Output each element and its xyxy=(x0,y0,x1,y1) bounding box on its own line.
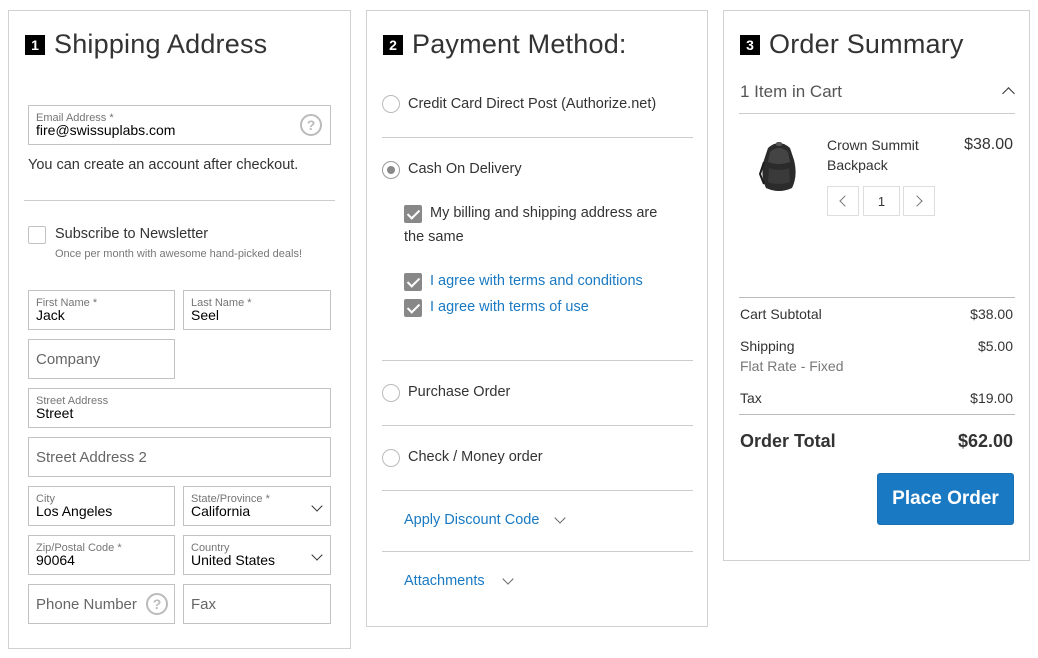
phone-field[interactable]: Phone Number ? xyxy=(28,584,175,624)
street2-placeholder: Street Address 2 xyxy=(36,448,147,466)
payment-method-check-money-order[interactable]: Check / Money order xyxy=(408,449,543,465)
chevron-down-icon[interactable] xyxy=(502,573,514,585)
chevron-down-icon xyxy=(311,549,323,561)
product-name-line2[interactable]: Backpack xyxy=(827,157,888,173)
company-field[interactable]: Company xyxy=(28,339,175,379)
account-note: You can create an account after checkout… xyxy=(28,157,299,173)
order-total-value: $62.00 xyxy=(957,431,1013,451)
step-number: 1 xyxy=(25,34,45,55)
country-select[interactable]: Country United States xyxy=(183,535,331,575)
radio-check-money-order[interactable] xyxy=(382,449,400,467)
payment-title: 2 Payment Method: xyxy=(383,29,627,60)
section-heading: Order Summary xyxy=(769,29,964,59)
chevron-right-icon xyxy=(911,195,923,207)
attachments-toggle[interactable]: Attachments xyxy=(404,573,485,589)
last-name-value: Seel xyxy=(191,307,220,323)
fax-field[interactable]: Fax xyxy=(183,584,331,624)
billing-same-label-line2[interactable]: the same xyxy=(404,229,464,245)
divider xyxy=(382,551,693,552)
chevron-down-icon xyxy=(311,500,323,512)
zip-field[interactable]: Zip/Postal Code * 90064 xyxy=(28,535,175,575)
radio-purchase-order[interactable] xyxy=(382,384,400,402)
chevron-up-icon[interactable] xyxy=(1002,87,1015,100)
street-address-field[interactable]: Street Address Street xyxy=(28,388,331,428)
payment-method-cash-on-delivery[interactable]: Cash On Delivery xyxy=(408,161,522,177)
shipping-method: Flat Rate - Fixed xyxy=(740,358,844,374)
tax-label: Tax xyxy=(740,390,762,406)
shipping-value: $5.00 xyxy=(977,338,1013,354)
divider xyxy=(739,414,1015,415)
terms-conditions-checkbox[interactable] xyxy=(404,273,422,291)
newsletter-note: Once per month with awesome hand-picked … xyxy=(55,248,303,260)
place-order-button[interactable]: Place Order xyxy=(877,473,1014,525)
divider xyxy=(382,360,693,361)
fax-placeholder: Fax xyxy=(191,595,217,613)
cart-subtotal-label: Cart Subtotal xyxy=(740,306,822,322)
billing-same-checkbox[interactable] xyxy=(404,205,422,223)
cart-subtotal-value: $38.00 xyxy=(970,306,1013,322)
section-heading: Shipping Address xyxy=(54,29,268,59)
street-value: Street xyxy=(36,405,74,421)
city-field[interactable]: City Los Angeles xyxy=(28,486,175,526)
qty-decrease-button[interactable] xyxy=(827,186,859,216)
qty-increase-button[interactable] xyxy=(903,186,935,216)
step-number: 2 xyxy=(383,34,403,55)
state-value: California xyxy=(191,503,251,519)
summary-title: 3 Order Summary xyxy=(740,29,964,60)
shipping-address-panel: 1 Shipping Address Email Address * fire@… xyxy=(8,10,351,649)
divider xyxy=(382,425,693,426)
newsletter-label[interactable]: Subscribe to Newsletter xyxy=(55,226,208,242)
first-name-field[interactable]: First Name * Jack xyxy=(28,290,175,330)
company-placeholder: Company xyxy=(36,350,101,368)
street-address-2-field[interactable]: Street Address 2 xyxy=(28,437,331,477)
divider xyxy=(24,200,335,201)
payment-method-panel: 2 Payment Method: Credit Card Direct Pos… xyxy=(366,10,708,627)
phone-placeholder: Phone Number xyxy=(36,595,137,613)
shipping-title: 1 Shipping Address xyxy=(25,29,267,60)
city-value: Los Angeles xyxy=(36,503,113,519)
email-value: fire@swissuplabs.com xyxy=(36,122,176,138)
product-name-line1[interactable]: Crown Summit xyxy=(827,137,919,153)
terms-use-link[interactable]: I agree with terms of use xyxy=(430,299,589,315)
payment-method-credit-card[interactable]: Credit Card Direct Post (Authorize.net) xyxy=(408,96,656,112)
tax-value: $19.00 xyxy=(970,390,1013,406)
divider xyxy=(382,490,693,491)
help-icon[interactable]: ? xyxy=(146,593,168,615)
product-price: $38.00 xyxy=(964,136,1013,153)
zip-value: 90064 xyxy=(36,552,75,568)
help-icon[interactable]: ? xyxy=(300,114,322,136)
billing-same-label-line1[interactable]: My billing and shipping address are xyxy=(430,205,657,221)
first-name-value: Jack xyxy=(36,307,65,323)
terms-use-checkbox[interactable] xyxy=(404,299,422,317)
divider xyxy=(382,137,693,138)
state-select[interactable]: State/Province * California xyxy=(183,486,331,526)
order-total-label: Order Total xyxy=(740,431,836,451)
radio-cash-on-delivery[interactable] xyxy=(382,161,400,179)
newsletter-checkbox[interactable] xyxy=(28,226,46,244)
last-name-field[interactable]: Last Name * Seel xyxy=(183,290,331,330)
country-value: United States xyxy=(191,552,276,568)
chevron-down-icon[interactable] xyxy=(554,512,566,524)
chevron-left-icon xyxy=(839,195,851,207)
shipping-label: Shipping xyxy=(740,338,795,354)
divider xyxy=(739,113,1015,114)
radio-credit-card[interactable] xyxy=(382,95,400,113)
divider xyxy=(739,297,1015,298)
order-summary-panel: 3 Order Summary 1 Item in Cart Crown Sum… xyxy=(723,10,1030,561)
payment-method-purchase-order[interactable]: Purchase Order xyxy=(408,384,510,400)
apply-discount-toggle[interactable]: Apply Discount Code xyxy=(404,512,539,528)
items-in-cart-toggle[interactable]: 1 Item in Cart xyxy=(740,82,842,102)
qty-input[interactable]: 1 xyxy=(863,186,900,216)
email-field[interactable]: Email Address * fire@swissuplabs.com ? xyxy=(28,105,331,145)
backpack-image xyxy=(758,142,796,191)
section-heading: Payment Method: xyxy=(412,29,627,59)
step-number: 3 xyxy=(740,34,760,55)
terms-conditions-link[interactable]: I agree with terms and conditions xyxy=(430,273,643,289)
